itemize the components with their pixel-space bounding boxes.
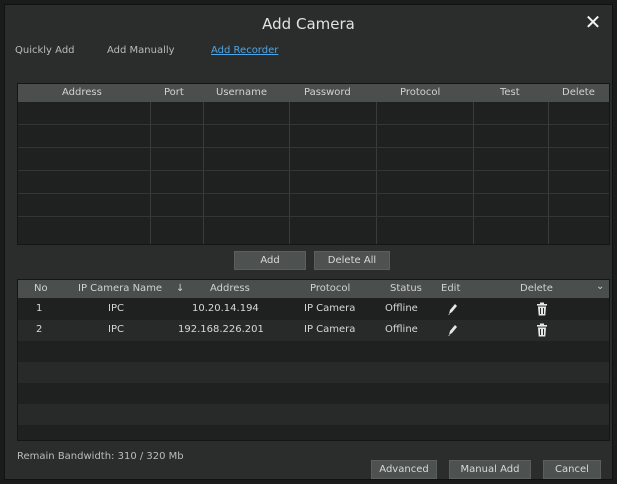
col-port: Port [164, 87, 184, 98]
empty-row [18, 383, 609, 404]
add-camera-dialog: Add Camera ✕ Quickly Add Add Manually Ad… [4, 4, 613, 480]
camera-table-header: No IP Camera Name ↓ Address Protocol Sta… [18, 280, 609, 298]
recorder-table: Address Port Username Password Protocol … [17, 83, 610, 245]
pencil-icon[interactable] [446, 323, 458, 337]
tab-add-recorder[interactable]: Add Recorder [211, 45, 278, 56]
dialog-titlebar: Add Camera ✕ [5, 5, 612, 43]
col-test: Test [500, 87, 520, 98]
col-protocol: Protocol [310, 283, 351, 294]
row-camera-name: IPC [108, 324, 124, 335]
row-divider [18, 216, 609, 217]
row-no: 1 [36, 303, 43, 314]
col-username: Username [216, 87, 267, 98]
remain-bandwidth: Remain Bandwidth: 310 / 320 Mb [17, 451, 184, 462]
row-protocol: IP Camera [304, 324, 356, 335]
cancel-button[interactable]: Cancel [543, 460, 601, 479]
col-address: Address [62, 87, 102, 98]
col-address: Address [210, 283, 250, 294]
dialog-title: Add Camera [262, 15, 355, 33]
row-status: Offline [385, 303, 418, 314]
pencil-icon[interactable] [446, 302, 458, 316]
trash-icon[interactable] [536, 302, 548, 316]
table-row[interactable]: 2 IPC 192.168.226.201 IP Camera Offline [18, 320, 609, 341]
delete-all-button[interactable]: Delete All [314, 251, 390, 270]
add-button[interactable]: Add [234, 251, 306, 270]
col-status: Status [390, 283, 422, 294]
row-divider [18, 147, 609, 148]
row-divider [18, 170, 609, 171]
empty-row [18, 404, 609, 425]
tab-add-manually[interactable]: Add Manually [107, 45, 175, 56]
col-delete: Delete [562, 87, 595, 98]
col-delete: Delete [520, 283, 553, 294]
row-address: 192.168.226.201 [178, 324, 264, 335]
row-no: 2 [36, 324, 43, 335]
chevron-down-icon[interactable]: ⌄ [596, 281, 604, 292]
table-row[interactable]: 1 IPC 10.20.14.194 IP Camera Offline [18, 299, 609, 320]
row-divider [18, 193, 609, 194]
recorder-table-header: Address Port Username Password Protocol … [18, 84, 609, 102]
col-edit: Edit [441, 283, 461, 294]
empty-row [18, 341, 609, 362]
row-divider [18, 124, 609, 125]
tab-quickly-add[interactable]: Quickly Add [15, 45, 75, 56]
row-protocol: IP Camera [304, 303, 356, 314]
empty-row [18, 362, 609, 383]
camera-table: No IP Camera Name ↓ Address Protocol Sta… [17, 279, 610, 441]
row-camera-name: IPC [108, 303, 124, 314]
trash-icon[interactable] [536, 323, 548, 337]
sort-arrow-icon[interactable]: ↓ [176, 283, 184, 294]
col-ip-camera-name[interactable]: IP Camera Name [78, 283, 162, 294]
row-status: Offline [385, 324, 418, 335]
manual-add-button[interactable]: Manual Add [449, 460, 531, 479]
col-password: Password [304, 87, 351, 98]
advanced-button[interactable]: Advanced [371, 460, 437, 479]
close-icon[interactable]: ✕ [582, 11, 604, 33]
col-protocol: Protocol [400, 87, 441, 98]
col-no: No [34, 283, 48, 294]
row-address: 10.20.14.194 [192, 303, 259, 314]
